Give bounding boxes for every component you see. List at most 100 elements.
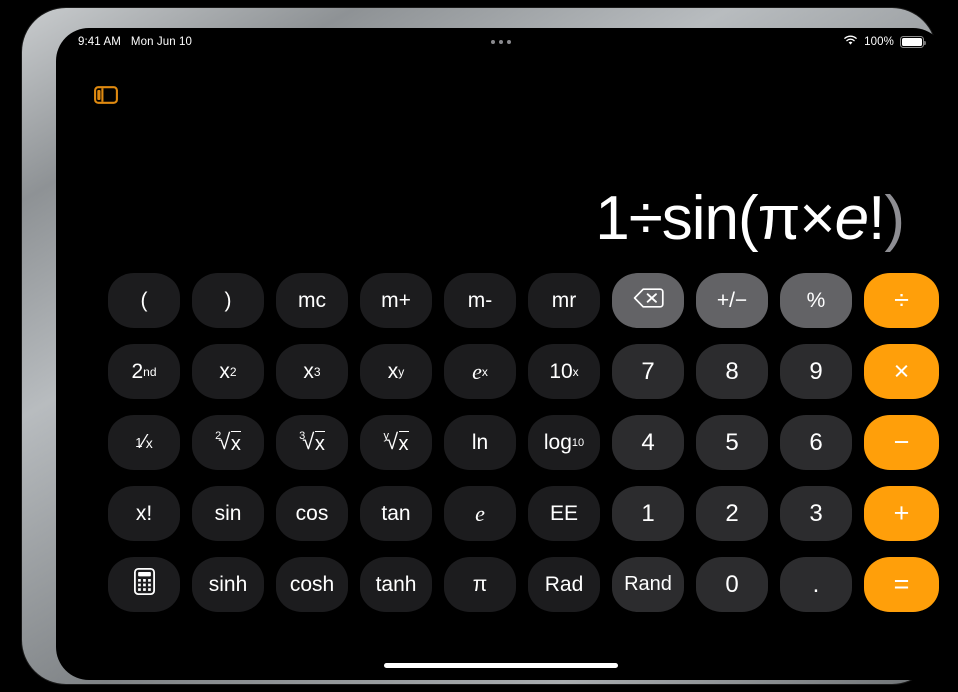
key-label: Rad <box>544 572 584 596</box>
key-base: 2 <box>131 359 144 383</box>
key-decimal-point[interactable]: . <box>780 557 852 612</box>
key-label: m+ <box>381 288 411 312</box>
home-indicator[interactable] <box>384 663 618 668</box>
key-label: 2 <box>725 499 739 527</box>
radical-glyph: 2 √ x <box>215 429 241 455</box>
key-label: tan <box>381 501 411 525</box>
key-multiply[interactable]: × <box>864 344 939 399</box>
key-label: +/− <box>716 288 748 312</box>
key-cube-root[interactable]: 3 √ x <box>276 415 348 470</box>
key-2[interactable]: 2 <box>696 486 768 541</box>
key-label: sinh <box>208 572 248 596</box>
key-label: 9 <box>809 357 823 385</box>
keypad-row-3: 1 ⁄ x 2 √ x 3 √ x y √ x ln log 10 4 5 6 − <box>108 415 939 470</box>
key-sine[interactable]: sin <box>192 486 264 541</box>
key-label: 0 <box>725 570 739 598</box>
key-open-paren[interactable]: ( <box>108 273 180 328</box>
battery-percent-label: 100% <box>864 36 894 48</box>
key-5[interactable]: 5 <box>696 415 768 470</box>
key-add[interactable]: + <box>864 486 939 541</box>
key-label: 5 <box>725 428 739 456</box>
key-label: = <box>893 569 910 599</box>
key-factorial[interactable]: x! <box>108 486 180 541</box>
key-hyperbolic-cosine[interactable]: cosh <box>276 557 348 612</box>
key-cosine[interactable]: cos <box>276 486 348 541</box>
key-ten-to-x[interactable]: 10 x <box>528 344 600 399</box>
key-label: 1 <box>641 499 655 527</box>
key-tangent[interactable]: tan <box>360 486 432 541</box>
key-label: 6 <box>809 428 823 456</box>
key-base: log <box>543 430 572 454</box>
key-natural-log[interactable]: ln <box>444 415 516 470</box>
battery-fill <box>902 38 922 46</box>
key-calculator-mode[interactable] <box>108 557 180 612</box>
key-memory-subtract[interactable]: m- <box>444 273 516 328</box>
status-bar-left: 9:41 AM Mon Jun 10 <box>78 36 192 48</box>
key-3[interactable]: 3 <box>780 486 852 541</box>
key-label: π <box>472 572 488 596</box>
key-label: ln <box>471 430 489 454</box>
key-x-cubed[interactable]: x3 <box>276 344 348 399</box>
key-8[interactable]: 8 <box>696 344 768 399</box>
key-label: − <box>893 427 910 457</box>
key-label: EE <box>549 501 578 525</box>
key-x-to-y[interactable]: xy <box>360 344 432 399</box>
key-x-squared[interactable]: x2 <box>192 344 264 399</box>
key-label: Rand <box>624 573 672 595</box>
key-1[interactable]: 1 <box>612 486 684 541</box>
key-label: 7 <box>641 357 655 385</box>
key-7[interactable]: 7 <box>612 344 684 399</box>
key-exponent-entry[interactable]: EE <box>528 486 600 541</box>
status-bar: 9:41 AM Mon Jun 10 100% <box>56 28 946 58</box>
key-hyperbolic-sine[interactable]: sinh <box>192 557 264 612</box>
ipad-screen: 9:41 AM Mon Jun 10 100% 1÷sin(π×e!) () … <box>56 28 946 680</box>
key-random[interactable]: Rand <box>612 557 684 612</box>
key-percent[interactable]: % <box>780 273 852 328</box>
display-expression-dim-paren: ) <box>884 184 905 253</box>
key-memory-add[interactable]: m+ <box>360 273 432 328</box>
calculator-display: 1÷sin(π×e!) <box>595 188 905 250</box>
key-sign-toggle[interactable]: +/− <box>696 273 768 328</box>
key-label: m- <box>467 288 493 312</box>
key-label: sin <box>214 501 242 525</box>
calculator-icon <box>133 567 155 601</box>
key-6[interactable]: 6 <box>780 415 852 470</box>
key-subtract[interactable]: − <box>864 415 939 470</box>
key-e-to-x[interactable]: ex <box>444 344 516 399</box>
dot-2 <box>499 40 503 44</box>
status-date: Mon Jun 10 <box>130 36 193 48</box>
key-hyperbolic-tangent[interactable]: tanh <box>360 557 432 612</box>
key-base: x <box>219 359 230 383</box>
key-memory-recall[interactable]: mr <box>528 273 600 328</box>
key-label: mr <box>551 288 577 312</box>
sidebar-toggle-icon[interactable] <box>94 85 118 105</box>
key-label: cos <box>295 501 329 525</box>
key-log-base-10[interactable]: log 10 <box>528 415 600 470</box>
multitask-dots-icon[interactable] <box>491 40 511 44</box>
key-0[interactable]: 0 <box>696 557 768 612</box>
key-9[interactable]: 9 <box>780 344 852 399</box>
key-backspace[interactable] <box>612 273 684 328</box>
key-label: mc <box>298 288 326 312</box>
key-pi[interactable]: π <box>444 557 516 612</box>
key-euler-number[interactable]: e <box>444 486 516 541</box>
key-second-function[interactable]: 2nd <box>108 344 180 399</box>
key-radian-mode[interactable]: Rad <box>528 557 600 612</box>
key-label: ÷ <box>894 285 909 315</box>
key-label: 3 <box>809 499 823 527</box>
key-divide[interactable]: ÷ <box>864 273 939 328</box>
battery-icon <box>900 36 927 48</box>
radical-glyph: 3 √ x <box>299 429 325 455</box>
key-reciprocal[interactable]: 1 ⁄ x <box>108 415 180 470</box>
key-square-root[interactable]: 2 √ x <box>192 415 264 470</box>
key-base: e <box>472 358 482 384</box>
key-label: . <box>812 570 820 598</box>
key-base: x <box>387 359 399 383</box>
key-4[interactable]: 4 <box>612 415 684 470</box>
key-close-paren[interactable]: ) <box>192 273 264 328</box>
key-equals[interactable]: = <box>864 557 939 612</box>
key-label: 4 <box>641 428 655 456</box>
key-base: 10 <box>549 359 573 383</box>
key-nth-root[interactable]: y √ x <box>360 415 432 470</box>
key-memory-clear[interactable]: mc <box>276 273 348 328</box>
